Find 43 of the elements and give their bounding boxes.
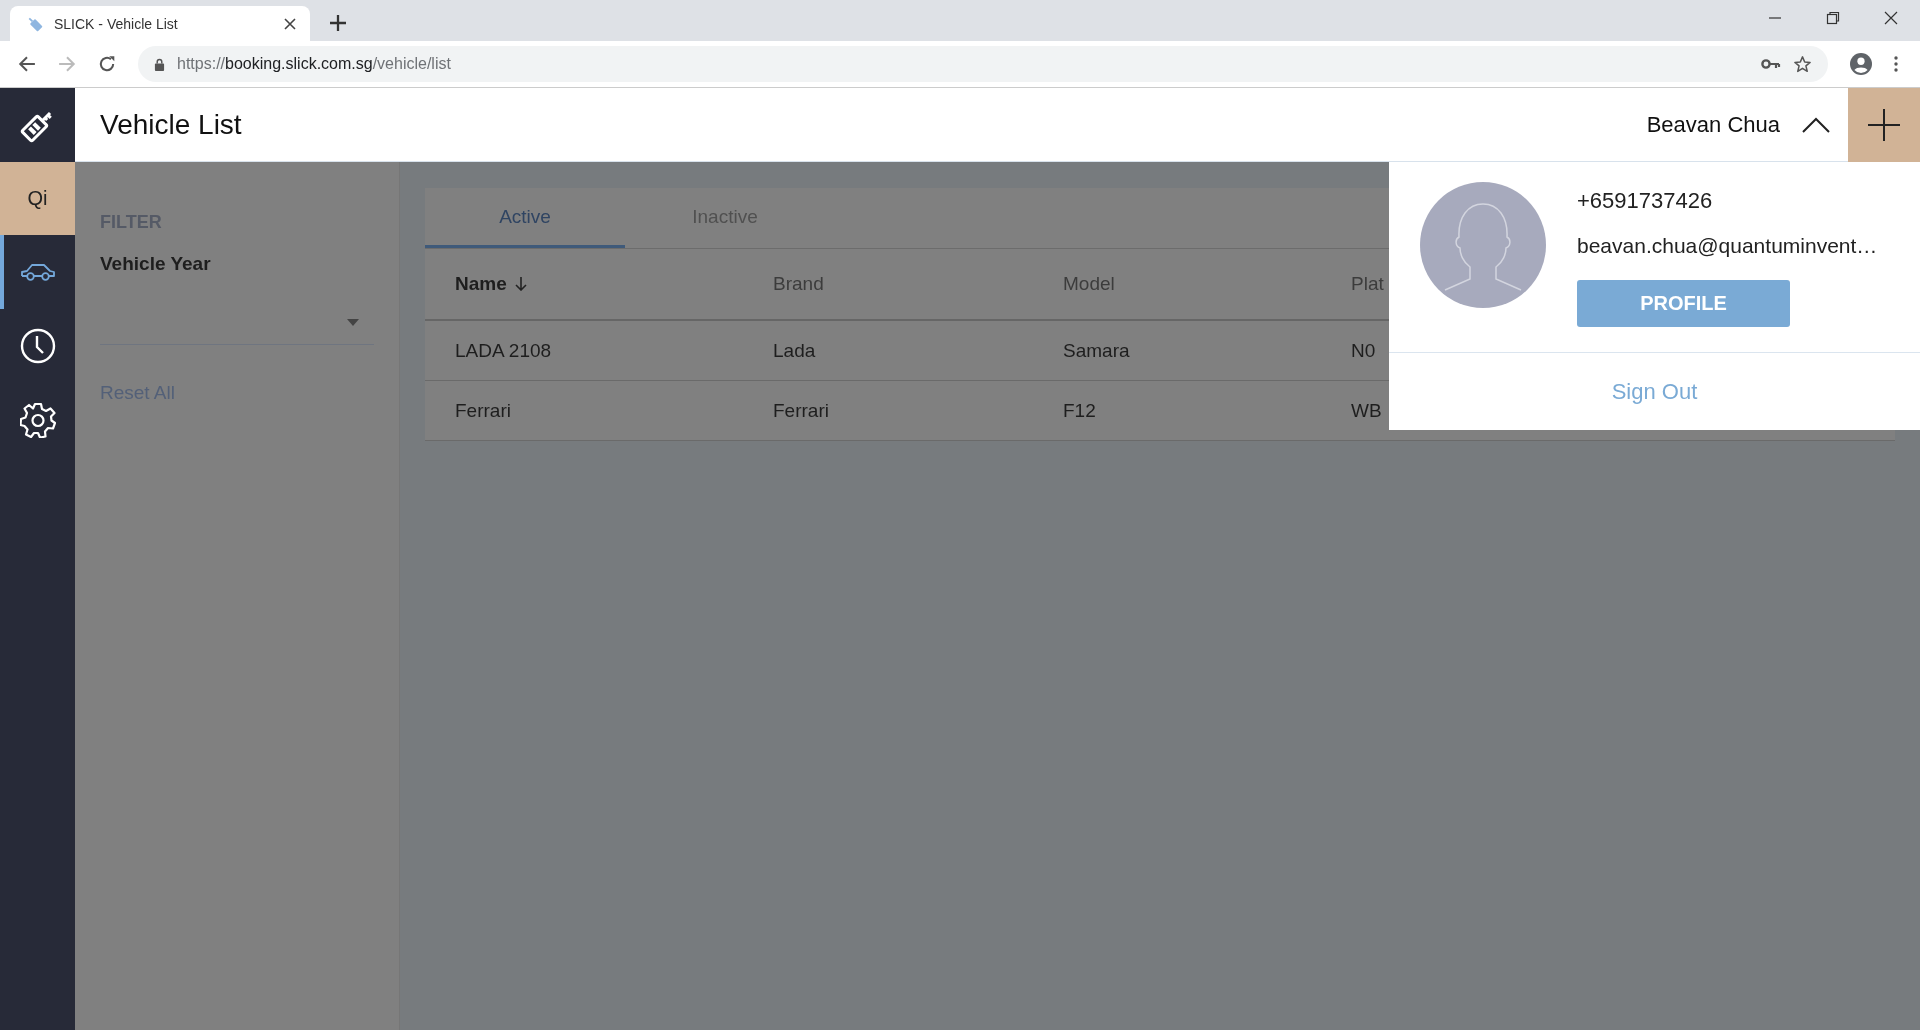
table-cell-text: Samara xyxy=(1063,339,1131,362)
field-label: Vehicle Year xyxy=(100,253,212,275)
sign-out-link[interactable]: Sign Out xyxy=(1611,378,1698,405)
account-icon[interactable] xyxy=(1850,53,1872,75)
column-header[interactable]: Model xyxy=(1063,273,1351,295)
table-cell-text: Ferrari xyxy=(773,399,830,422)
address-bar[interactable]: https://booking.slick.com.sg/vehicle/list xyxy=(138,46,1828,82)
star-icon[interactable] xyxy=(1793,54,1812,74)
reload-icon[interactable] xyxy=(98,55,116,73)
table-cell-text: N0 xyxy=(1351,339,1377,362)
new-tab-icon[interactable] xyxy=(330,15,346,31)
settings-icon xyxy=(19,402,56,438)
back-icon[interactable] xyxy=(18,55,36,73)
clock-icon xyxy=(19,328,56,364)
page-title: Vehicle List xyxy=(100,108,242,141)
table-cell-text: Ferrari xyxy=(455,399,512,422)
close-icon[interactable] xyxy=(1884,11,1898,25)
column-header[interactable]: Brand xyxy=(773,273,1063,295)
browser-tab[interactable]: SLICK - Vehicle List xyxy=(10,6,310,41)
phone-number: +6591737426 xyxy=(1577,188,1714,214)
user-menu-button[interactable]: Beavan Chua xyxy=(1646,111,1780,138)
lock-icon xyxy=(154,57,165,71)
chevron-up-icon[interactable] xyxy=(1802,116,1830,133)
table-cell-text: LADA 2108 xyxy=(455,339,553,362)
table-cell-text: F12 xyxy=(1063,399,1097,422)
restore-icon[interactable] xyxy=(1826,11,1840,25)
table-cell-text: Lada xyxy=(773,339,817,362)
avatar-icon xyxy=(1420,182,1546,308)
caret-icon xyxy=(347,319,359,326)
close-icon[interactable] xyxy=(284,17,296,30)
car-icon xyxy=(19,262,56,282)
email-address: beavan.chua@quantuminvent… xyxy=(1577,234,1878,258)
column-header[interactable]: Name xyxy=(455,273,773,295)
tab[interactable]: Active xyxy=(425,188,625,248)
url-text: https://booking.slick.com.sg/vehicle/list xyxy=(177,55,451,73)
menu-icon[interactable] xyxy=(1894,56,1898,72)
profile-button[interactable]: PROFILE xyxy=(1577,280,1790,327)
plus-icon xyxy=(1868,108,1900,141)
tab-title: SLICK - Vehicle List xyxy=(54,15,179,32)
add-button[interactable] xyxy=(1848,87,1920,162)
workspace-button[interactable]: Qi xyxy=(0,162,75,235)
table-cell-text: WB xyxy=(1351,399,1383,422)
key-icon[interactable] xyxy=(1761,58,1781,70)
